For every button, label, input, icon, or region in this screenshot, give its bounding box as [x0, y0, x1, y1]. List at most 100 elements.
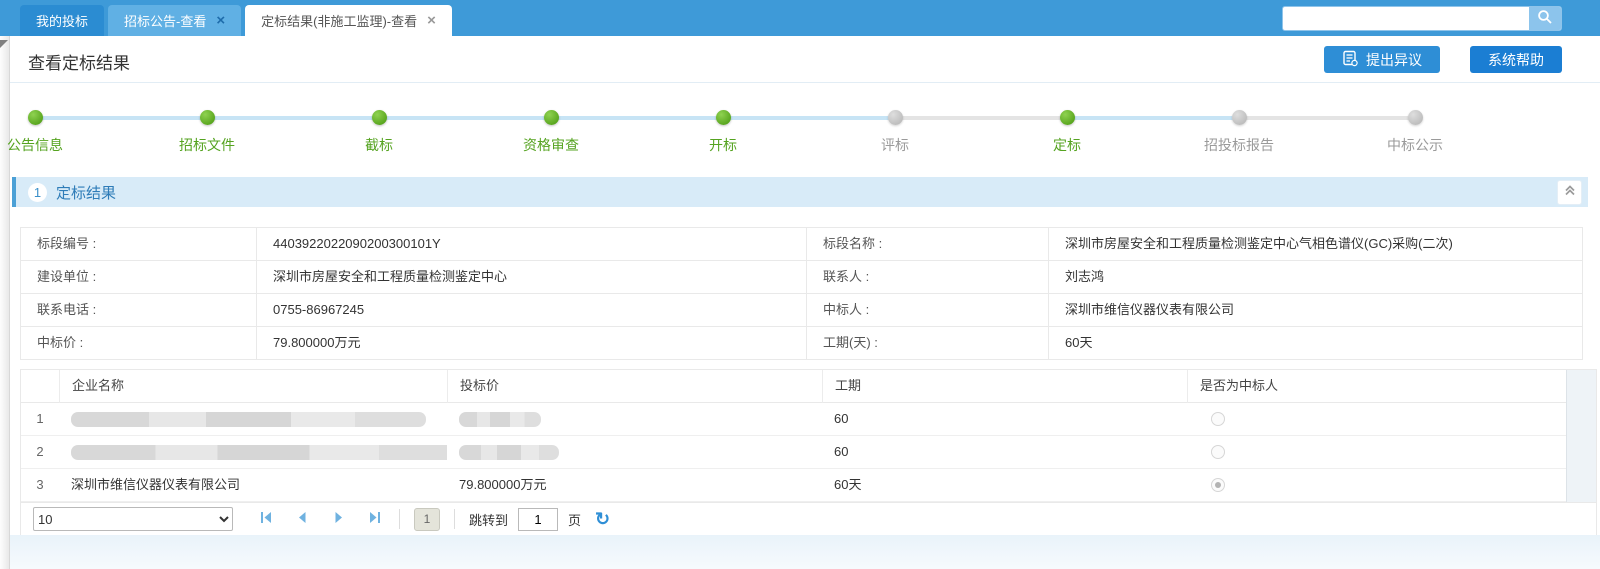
- tab-my-bids[interactable]: 我的投标: [20, 5, 104, 36]
- detail-value-winning-price: 79.800000万元: [256, 326, 806, 359]
- cell-company-name: 深圳市维信仪器仪表有限公司: [59, 469, 447, 502]
- step-dot-bid-deadline: [372, 110, 387, 125]
- raise-objection-label: 提出异议: [1366, 50, 1422, 70]
- detail-label: 中标价 :: [20, 326, 256, 359]
- column-header-company: 企业名称: [59, 370, 447, 403]
- table-row: 2 60: [21, 436, 1566, 469]
- step-label-tender-docs: 招标文件: [137, 135, 277, 155]
- page-size-select[interactable]: 10: [33, 507, 233, 531]
- tab-label: 招标公告-查看: [124, 11, 206, 30]
- detail-label: 标段编号 :: [20, 227, 256, 260]
- table-scrollbar[interactable]: [1566, 370, 1596, 502]
- double-chevron-up-icon: [1562, 182, 1578, 203]
- search-button[interactable]: [1529, 7, 1561, 30]
- prev-page-icon: [296, 511, 309, 527]
- step-segment: [1239, 116, 1415, 120]
- current-page-button[interactable]: 1: [414, 508, 440, 531]
- last-page-button[interactable]: [363, 508, 385, 530]
- refresh-icon: ↻: [595, 509, 610, 529]
- redacted-company-name: [71, 445, 447, 460]
- step-label-bid-deadline: 截标: [309, 135, 449, 155]
- close-icon[interactable]: ×: [216, 13, 225, 28]
- section-title: 定标结果: [56, 182, 116, 203]
- step-label-report: 招投标报告: [1169, 135, 1309, 155]
- detail-label: 标段名称 :: [806, 227, 1048, 260]
- redacted-bid-price: [459, 445, 559, 460]
- section-header-award-result: 1 定标结果: [12, 177, 1588, 207]
- section-number-badge: 1: [28, 183, 47, 202]
- step-label-qualification: 资格审查: [481, 135, 621, 155]
- winner-radio-selected[interactable]: [1211, 478, 1225, 492]
- tab-award-result[interactable]: 定标结果(非施工监理)-查看 ×: [245, 5, 452, 36]
- winner-radio[interactable]: [1211, 412, 1225, 426]
- redacted-bid-price: [459, 412, 541, 427]
- row-index: 1: [21, 403, 59, 436]
- detail-label: 联系电话 :: [20, 293, 256, 326]
- system-help-button[interactable]: 系统帮助: [1470, 46, 1562, 73]
- tab-label: 我的投标: [36, 11, 88, 30]
- column-header-duration: 工期: [822, 370, 1187, 403]
- cell-duration: 60: [822, 403, 1187, 436]
- step-dot-announcement: [28, 110, 43, 125]
- prev-page-button[interactable]: [291, 508, 313, 530]
- step-label-evaluation: 评标: [825, 135, 965, 155]
- step-dot-bid-opening: [716, 110, 731, 125]
- detail-value-owner-unit: 深圳市房屋安全和工程质量检测鉴定中心: [256, 260, 806, 293]
- detail-label: 建设单位 :: [20, 260, 256, 293]
- step-dot-publicity: [1408, 110, 1423, 125]
- step-dot-qualification: [544, 110, 559, 125]
- detail-value-section-name: 深圳市房屋安全和工程质量检测鉴定中心气相色谱仪(GC)采购(二次): [1048, 227, 1582, 260]
- step-label-announcement: 公告信息: [0, 135, 105, 155]
- next-page-icon: [332, 511, 345, 527]
- process-stepper: 公告信息 招标文件 截标 资格审查 开标 评标 定标 招投标报告 中标公示: [10, 83, 1600, 176]
- cell-bid-price: 79.800000万元: [447, 469, 822, 502]
- bidders-table: 企业名称 投标价 工期 是否为中标人 1 60 2 60 3 深圳市维信仪器仪表…: [20, 369, 1597, 536]
- first-page-icon: [260, 511, 273, 527]
- page-title: 查看定标结果: [28, 49, 130, 74]
- sidebar-collapse-strip[interactable]: [0, 36, 10, 569]
- step-segment: [207, 116, 379, 120]
- detail-label: 中标人 :: [806, 293, 1048, 326]
- detail-value-phone: 0755-86967245: [256, 293, 806, 326]
- section-collapse-button[interactable]: [1557, 180, 1582, 205]
- search-box: [1282, 6, 1562, 31]
- title-bar: 查看定标结果 提出异议 系统帮助: [10, 36, 1600, 83]
- refresh-button[interactable]: ↻: [595, 510, 610, 528]
- pager-divider: [454, 509, 455, 529]
- redacted-company-name: [71, 412, 426, 427]
- step-segment: [723, 116, 895, 120]
- step-dot-tender-docs: [200, 110, 215, 125]
- step-label-publicity: 中标公示: [1345, 135, 1485, 155]
- page: 我的投标 招标公告-查看 × 定标结果(非施工监理)-查看 × 查看定标结果: [0, 0, 1600, 569]
- jump-page-input[interactable]: [518, 508, 558, 531]
- detail-value-contact-person: 刘志鸿: [1048, 260, 1582, 293]
- detail-value-section-code: 4403922022090200300101Y: [256, 227, 806, 260]
- raise-objection-button[interactable]: 提出异议: [1324, 46, 1440, 73]
- detail-label: 联系人 :: [806, 260, 1048, 293]
- tab-tender-announcement[interactable]: 招标公告-查看 ×: [108, 5, 241, 36]
- step-label-bid-opening: 开标: [653, 135, 793, 155]
- pagination-bar: 10: [21, 502, 1596, 535]
- column-header-index: [21, 370, 59, 403]
- bidders-header-row: 企业名称 投标价 工期 是否为中标人: [21, 370, 1566, 403]
- step-dot-report: [1232, 110, 1247, 125]
- row-index: 3: [21, 469, 59, 502]
- cell-duration: 60天: [822, 469, 1187, 502]
- system-help-label: 系统帮助: [1488, 50, 1544, 70]
- detail-value-winner: 深圳市维信仪器仪表有限公司: [1048, 293, 1582, 326]
- top-tab-bar: 我的投标 招标公告-查看 × 定标结果(非施工监理)-查看 ×: [0, 0, 1600, 36]
- sidebar-collapse-arrow-icon[interactable]: [0, 40, 8, 48]
- search-input[interactable]: [1283, 7, 1529, 30]
- award-details-table: 标段编号 : 4403922022090200300101Y 标段名称 : 深圳…: [20, 227, 1583, 360]
- table-row: 1 60: [21, 403, 1566, 436]
- row-index: 2: [21, 436, 59, 469]
- next-page-button[interactable]: [327, 508, 349, 530]
- step-segment: [1067, 116, 1239, 120]
- winner-radio[interactable]: [1211, 445, 1225, 459]
- close-icon[interactable]: ×: [427, 13, 436, 28]
- step-label-award: 定标: [997, 135, 1137, 155]
- tab-label: 定标结果(非施工监理)-查看: [261, 11, 417, 30]
- first-page-button[interactable]: [255, 508, 277, 530]
- step-dot-award: [1060, 110, 1075, 125]
- column-header-bid-price: 投标价: [447, 370, 822, 403]
